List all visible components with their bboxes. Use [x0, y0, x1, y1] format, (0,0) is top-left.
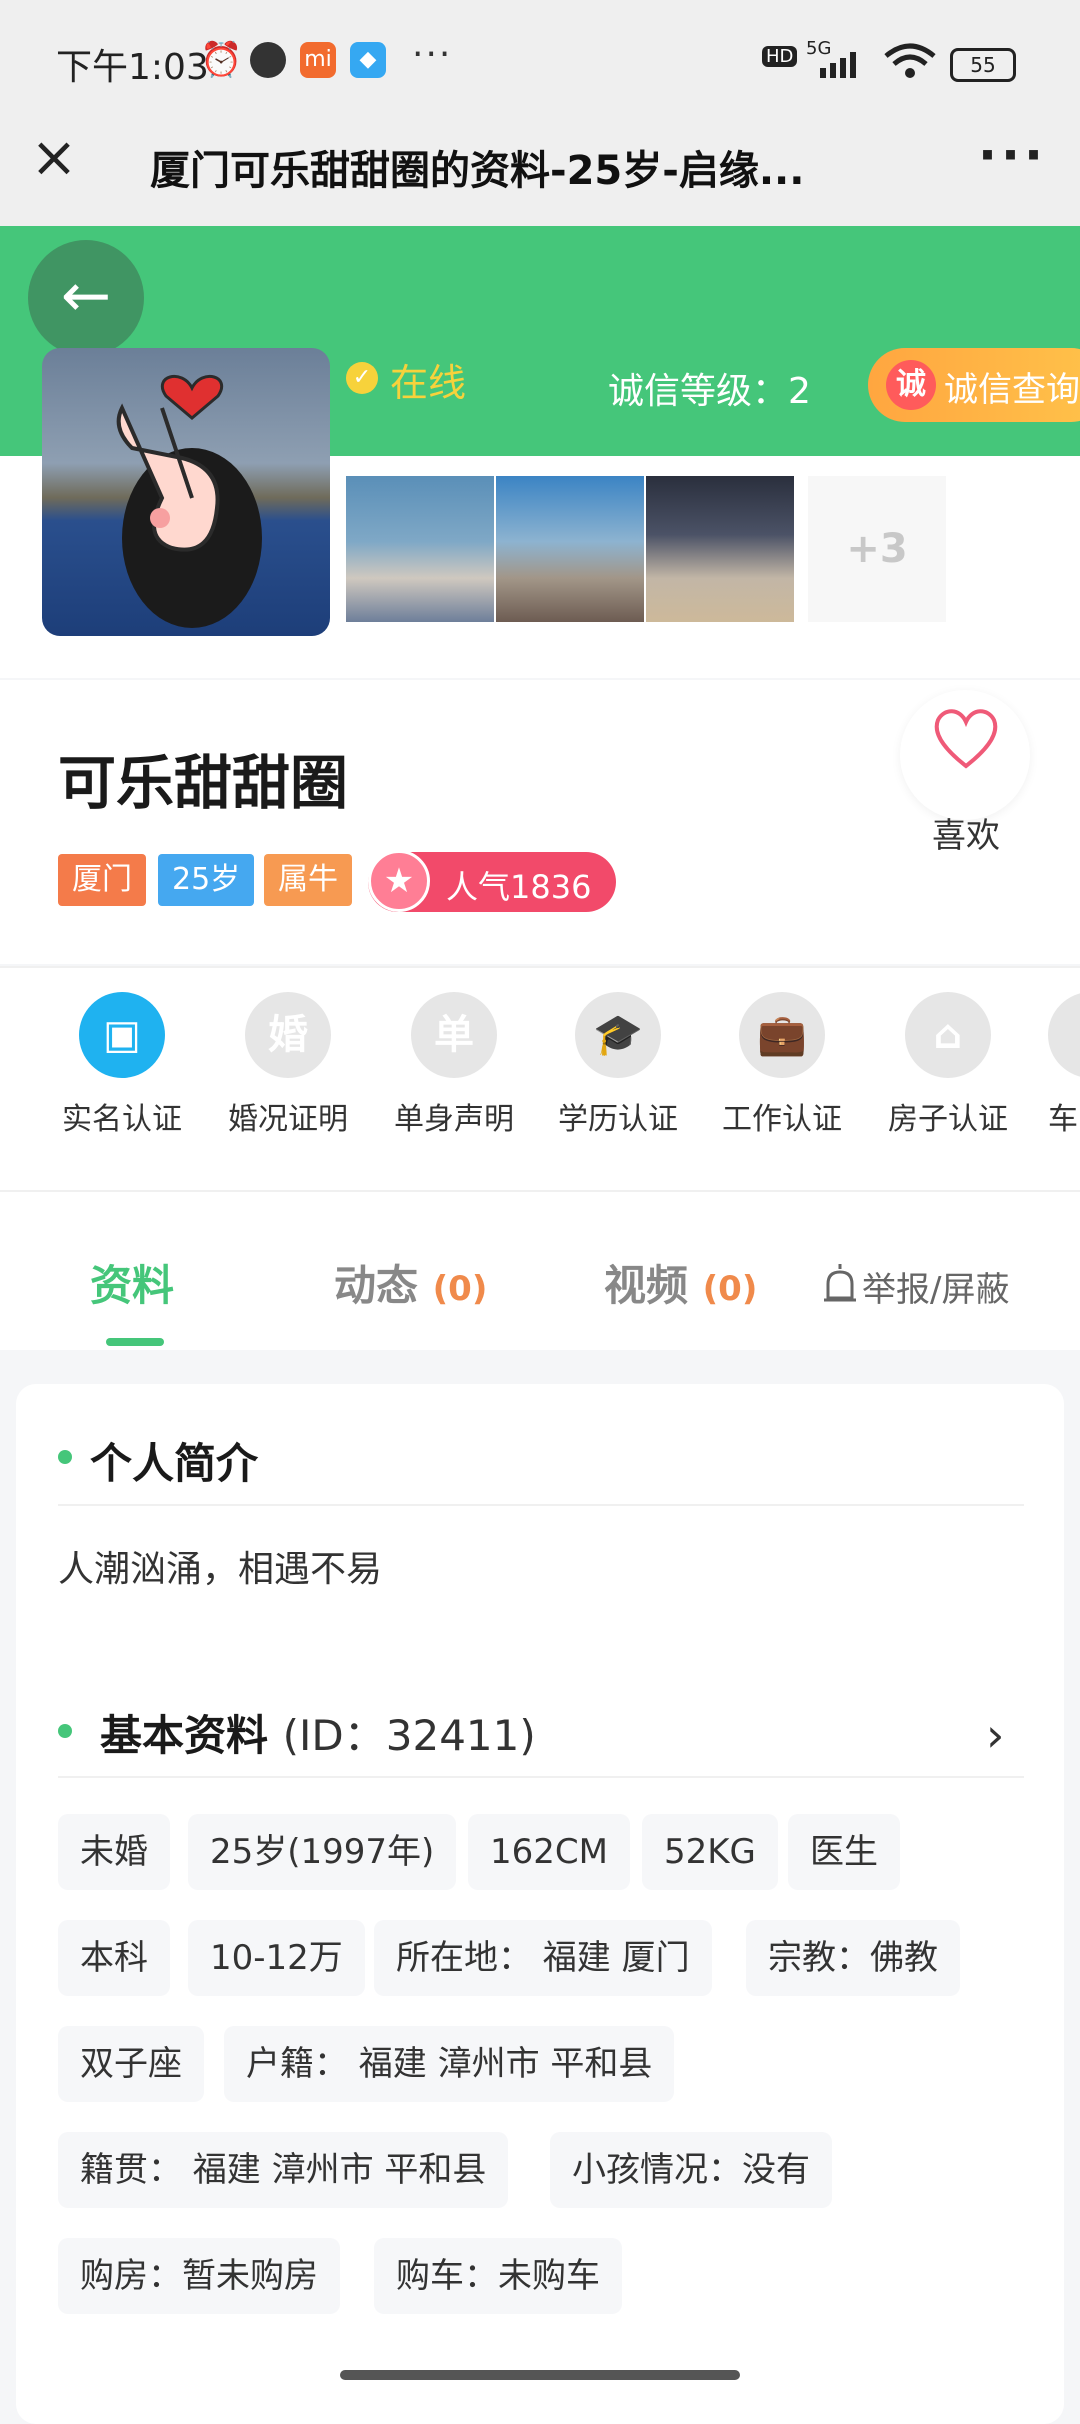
id-card-icon: ▣	[79, 992, 165, 1078]
tag-city: 厦门	[58, 854, 146, 906]
photo-thumbnail[interactable]	[346, 476, 494, 622]
cert-label: 工作认证	[722, 1102, 842, 1137]
cert-house[interactable]: ⌂ 房子认证	[878, 992, 1018, 1138]
info-chip: 购车：未购车	[374, 2238, 622, 2314]
credit-query-label: 诚信查询	[944, 370, 1080, 410]
avatar[interactable]	[42, 348, 330, 636]
info-chip: 10-12万	[188, 1920, 365, 1996]
divider	[58, 1776, 1024, 1778]
graduation-cap-icon: 🎓	[575, 992, 661, 1078]
cert-label: 学历认证	[558, 1102, 678, 1137]
info-chip: 宗教：佛教	[746, 1920, 960, 1996]
cert-work[interactable]: 💼 工作认证	[712, 992, 852, 1138]
avatar-sticker	[116, 375, 262, 628]
cert-single[interactable]: 单 单身声明	[384, 992, 524, 1138]
tab-profile[interactable]: 资料	[90, 1252, 174, 1313]
info-chip: 户籍： 福建 漳州市 平和县	[224, 2026, 675, 2102]
car-icon	[1048, 992, 1080, 1078]
more-photos-button[interactable]: +3	[808, 476, 946, 622]
status-time: 下午1:03	[56, 47, 209, 88]
info-chip: 购房：暂未购房	[58, 2238, 340, 2314]
section-dot	[58, 1724, 72, 1738]
star-icon: ★	[368, 850, 430, 912]
tab-count: (0)	[432, 1269, 488, 1309]
tab-videos[interactable]: 视频 (0)	[604, 1252, 757, 1313]
cert-car[interactable]: 车	[1048, 992, 1080, 1142]
intro-text: 人潮汹涌，相遇不易	[58, 1549, 383, 1590]
back-arrow-icon[interactable]: ←	[28, 240, 144, 356]
tab-label: 资料	[90, 1261, 175, 1310]
mi-app-icon: mi	[300, 42, 336, 78]
divider	[58, 1504, 1024, 1506]
info-chip: 52KG	[642, 1814, 778, 1890]
message-app-icon: ◆	[350, 42, 386, 78]
info-chip: 双子座	[58, 2026, 204, 2102]
cert-education[interactable]: 🎓 学历认证	[548, 992, 688, 1138]
tab-count: (0)	[702, 1269, 758, 1309]
cert-label: 房子认证	[888, 1102, 1008, 1137]
wifi-icon	[884, 43, 936, 78]
popularity-count: 人气1836	[446, 868, 592, 906]
chevron-right-icon[interactable]: ›	[986, 1708, 1004, 1762]
active-tab-indicator	[106, 1338, 164, 1346]
alarm-bell-icon	[824, 1264, 856, 1302]
battery-icon: 55	[950, 48, 1016, 82]
like-label: 喜欢	[932, 816, 1000, 856]
cert-label: 车	[1048, 1102, 1078, 1137]
more-menu-icon[interactable]: ···	[978, 126, 1047, 184]
tab-label: 视频	[604, 1261, 689, 1310]
alarm-icon: ⏰	[200, 40, 243, 80]
tab-label: 动态	[334, 1261, 419, 1310]
basic-info-title[interactable]: 基本资料 (ID：32411)	[100, 1702, 536, 1763]
app-notification-icon	[250, 42, 286, 78]
hd-icon: HD	[762, 46, 798, 67]
info-chip: 籍贯： 福建 漳州市 平和县	[58, 2132, 509, 2208]
signal-icon	[820, 52, 856, 78]
heart-icon	[934, 709, 998, 769]
tag-zodiac: 属牛	[264, 854, 352, 906]
credit-badge-icon: 诚	[886, 360, 936, 410]
close-icon[interactable]: ×	[30, 130, 78, 186]
cert-label: 单身声明	[394, 1102, 514, 1137]
report-block-button[interactable]: 举报/屏蔽	[862, 1262, 1009, 1311]
info-chip: 25岁(1997年)	[188, 1814, 457, 1890]
page-title: 厦门可乐甜甜圈的资料-25岁-启缘...	[150, 148, 805, 194]
photo-thumbnail[interactable]	[646, 476, 794, 622]
photo-thumbnail[interactable]	[496, 476, 644, 622]
section-dot	[58, 1450, 72, 1464]
online-check-icon: ✓	[346, 362, 378, 394]
more-notifications-icon: ···	[412, 34, 453, 75]
cert-real-name[interactable]: ▣ 实名认证	[52, 992, 192, 1138]
credit-level: 诚信等级：2	[608, 371, 811, 412]
user-id: (ID：32411)	[282, 1711, 536, 1760]
info-chip: 162CM	[468, 1814, 630, 1890]
single-icon: 单	[411, 992, 497, 1078]
info-chip: 本科	[58, 1920, 170, 1996]
house-icon: ⌂	[905, 992, 991, 1078]
marriage-icon: 婚	[245, 992, 331, 1078]
cert-label: 实名认证	[62, 1102, 182, 1137]
profile-name: 可乐甜甜圈	[58, 749, 349, 817]
intro-title: 个人简介	[90, 1439, 259, 1488]
info-chip: 未婚	[58, 1814, 170, 1890]
home-indicator[interactable]	[340, 2370, 740, 2380]
online-status: 在线	[390, 361, 467, 405]
tag-age: 25岁	[158, 854, 255, 906]
cert-marriage[interactable]: 婚 婚况证明	[218, 992, 358, 1138]
tab-moments[interactable]: 动态 (0)	[334, 1252, 487, 1313]
cert-label: 婚况证明	[228, 1102, 348, 1137]
info-chip: 医生	[788, 1814, 900, 1890]
info-chip: 所在地： 福建 厦门	[374, 1920, 712, 1996]
info-chip: 小孩情况：没有	[550, 2132, 832, 2208]
basic-info-label: 基本资料	[100, 1711, 269, 1760]
briefcase-icon: 💼	[739, 992, 825, 1078]
